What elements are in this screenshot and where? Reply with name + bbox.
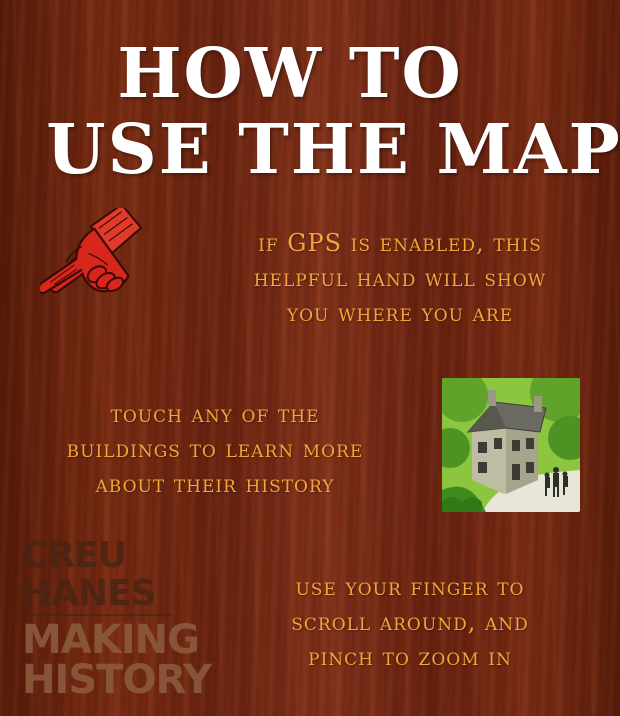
scroll-instruction-line-3: pinch to zoom in [308,643,512,671]
logo-line-4: HISTORY [22,657,212,703]
title-line-1: HOW TO [117,34,463,114]
logo-divider [22,614,172,616]
creu-hanes-logo: CREU HANES MAKING HISTORY [22,538,222,700]
gps-instruction-line-2: helpful hand will show [253,264,547,292]
logo-line-1: CREU [22,535,127,576]
pointing-hand-icon [37,203,170,340]
touch-instruction-line-3: about their history [95,470,335,498]
gps-instruction-line-1: if GPS is enabled, this [258,229,542,257]
scroll-instruction-line-2: scroll around, and [291,608,529,636]
touch-instruction-line-2: buildings to learn more [66,435,364,463]
touch-instruction-line-1: touch any of the [110,400,320,428]
scroll-instruction-line-1: use your finger to [295,573,525,601]
touch-instruction: touch any of the buildings to learn more… [0,397,430,502]
logo-line-2: HANES [22,573,157,614]
gps-instruction-line-3: you where you are [286,299,514,327]
scroll-instruction: use your finger to scroll around, and pi… [210,570,610,675]
logo-line-3: MAKING [22,617,200,663]
building-icon [442,378,580,512]
gps-instruction: if GPS is enabled, this helpful hand wil… [180,226,620,331]
title-line-2: USE THE MAP [46,110,620,190]
